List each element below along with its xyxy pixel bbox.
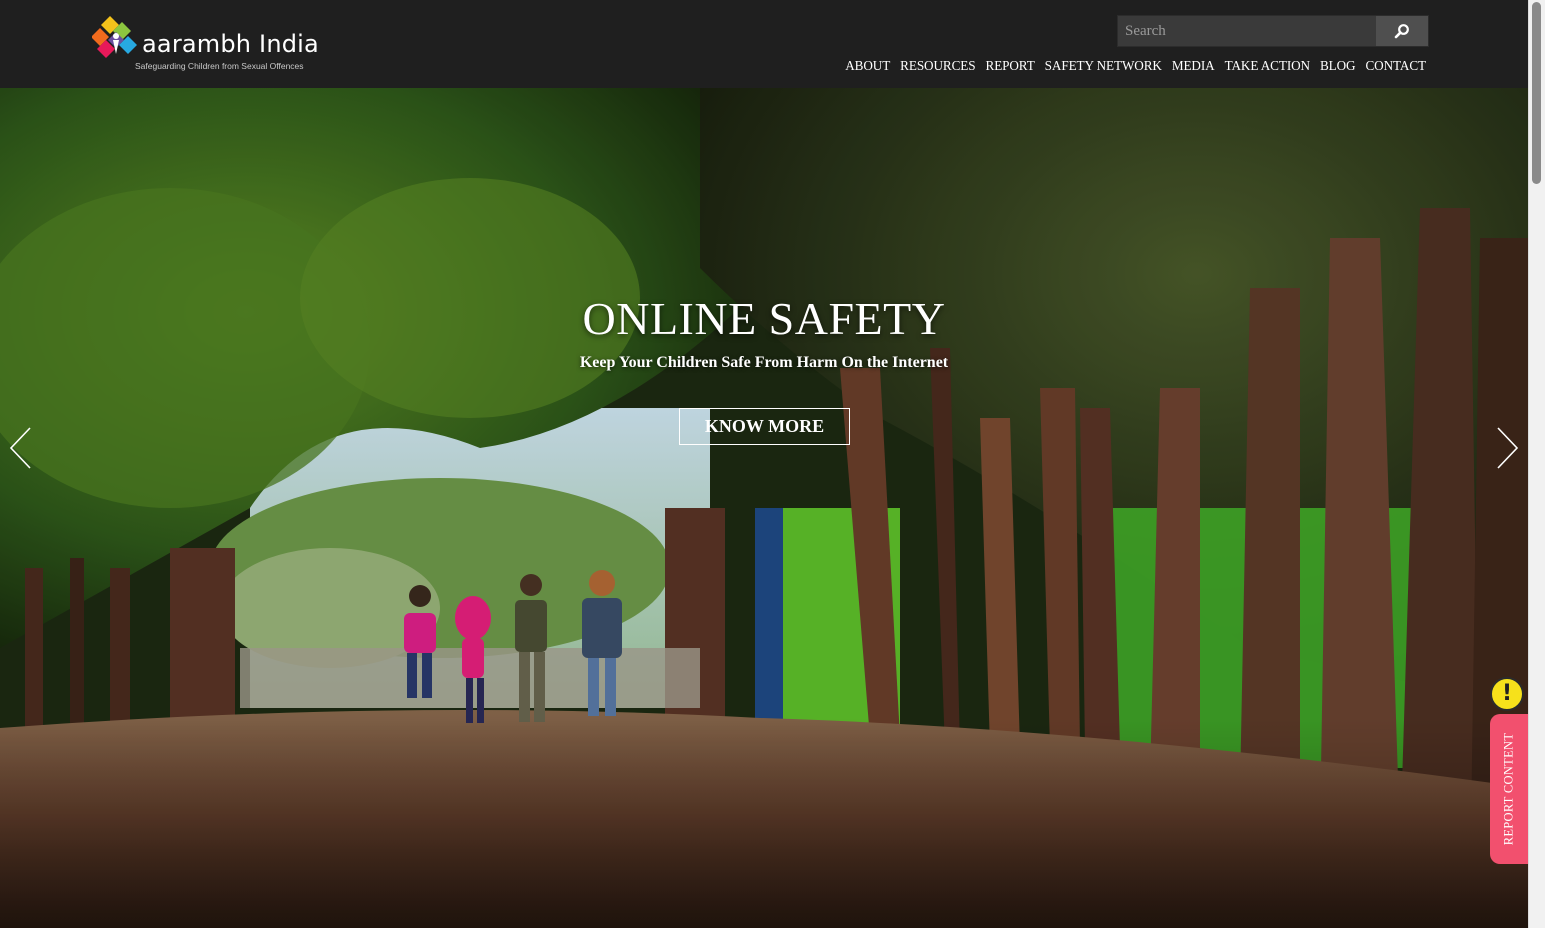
search-icon	[1394, 24, 1409, 39]
report-content-tab[interactable]: REPORT CONTENT	[1490, 714, 1528, 864]
logo-name: aarambh India	[142, 30, 319, 58]
search-box	[1117, 15, 1429, 47]
hero-background-image	[0, 88, 1528, 928]
logo-tagline: Safeguarding Children from Sexual Offenc…	[135, 61, 304, 71]
page-scrollbar[interactable]	[1528, 0, 1545, 928]
alert-symbol: !	[1501, 681, 1513, 706]
nav-media[interactable]: MEDIA	[1167, 58, 1220, 74]
nav-report[interactable]: REPORT	[981, 58, 1040, 74]
scrollbar-thumb[interactable]	[1532, 2, 1541, 184]
know-more-button[interactable]: KNOW MORE	[679, 408, 850, 445]
report-content-label: REPORT CONTENT	[1501, 732, 1516, 846]
nav-blog[interactable]: BLOG	[1315, 58, 1361, 74]
nav-safety-network[interactable]: SAFETY NETWORK	[1040, 58, 1167, 74]
site-logo[interactable]: aarambh India Safeguarding Children from…	[92, 14, 322, 76]
hero-slider: ONLINE SAFETY Keep Your Children Safe Fr…	[0, 88, 1528, 928]
nav-resources[interactable]: RESOURCES	[895, 58, 980, 74]
nav-take-action[interactable]: TAKE ACTION	[1220, 58, 1315, 74]
nav-contact[interactable]: CONTACT	[1360, 58, 1431, 74]
main-nav: ABOUT RESOURCES REPORT SAFETY NETWORK ME…	[840, 58, 1431, 74]
chevron-left-icon[interactable]	[8, 426, 34, 470]
hero-title: ONLINE SAFETY	[582, 293, 946, 344]
site-header: aarambh India Safeguarding Children from…	[0, 0, 1528, 88]
nav-about[interactable]: ABOUT	[840, 58, 895, 74]
alert-icon[interactable]: !	[1490, 677, 1524, 711]
logo-mark-icon	[92, 16, 137, 58]
chevron-right-icon[interactable]	[1494, 426, 1520, 470]
search-input[interactable]	[1118, 16, 1378, 46]
search-button[interactable]	[1376, 16, 1428, 46]
hero-subtitle: Keep Your Children Safe From Harm On the…	[579, 354, 949, 371]
